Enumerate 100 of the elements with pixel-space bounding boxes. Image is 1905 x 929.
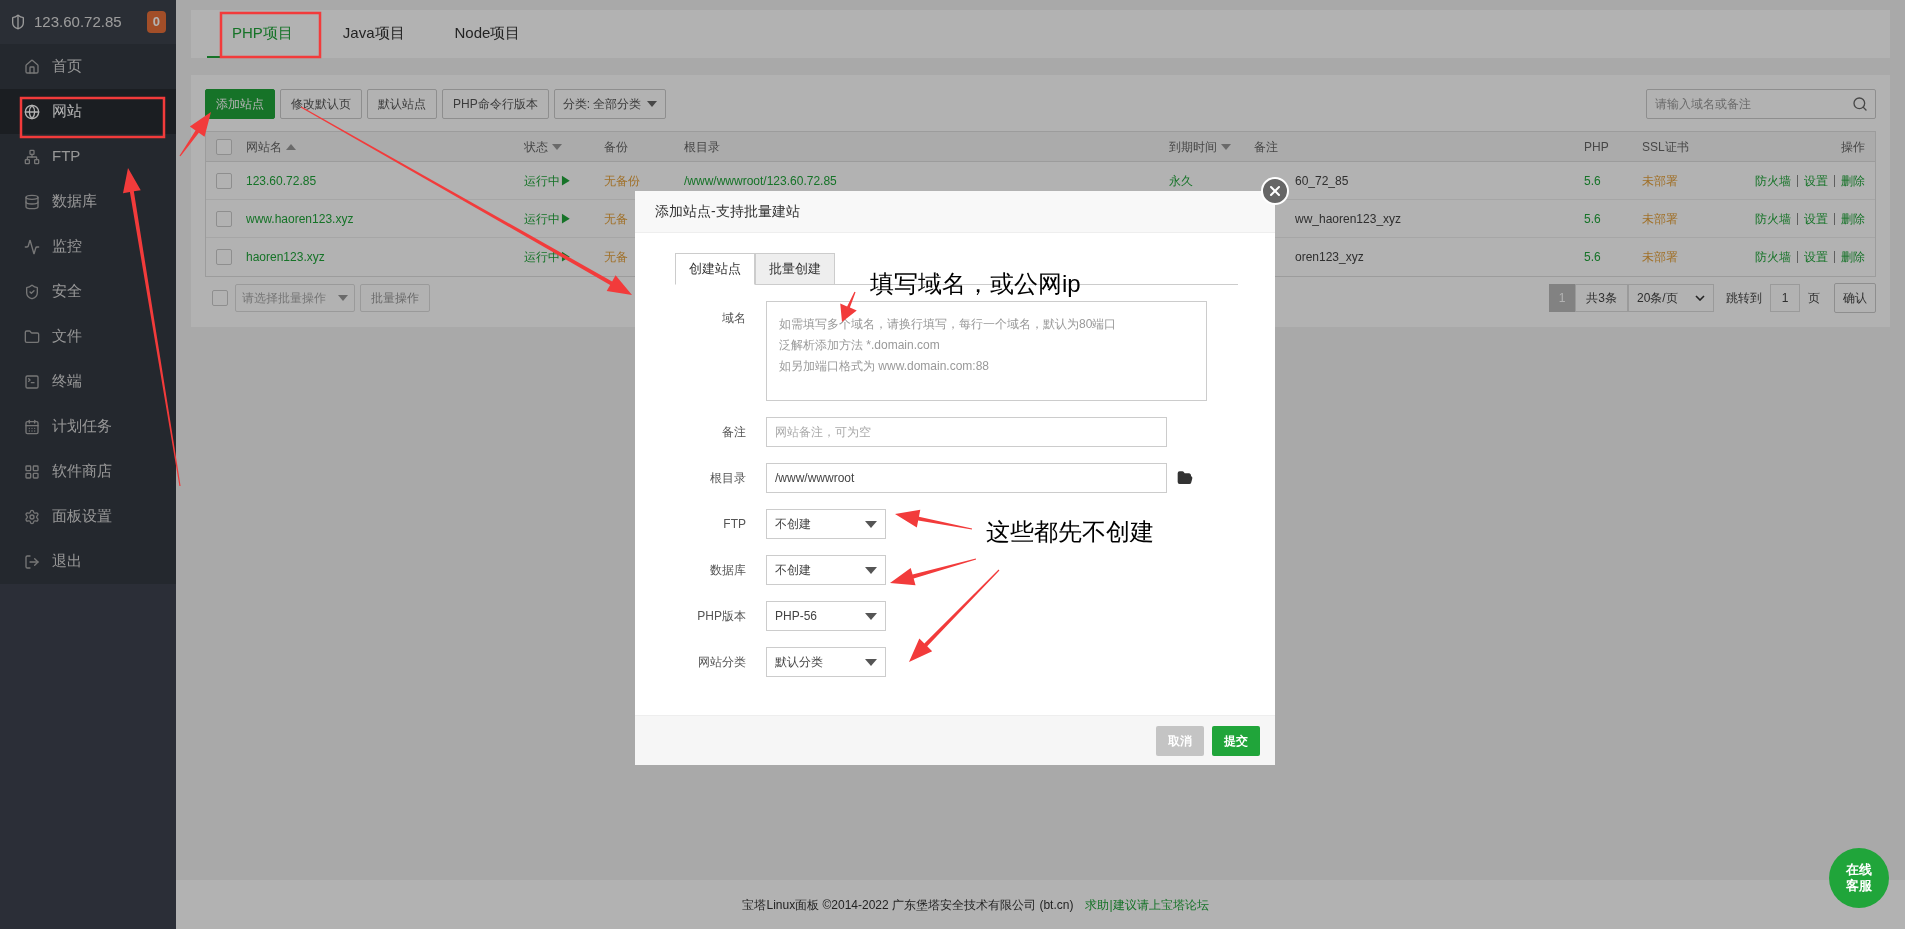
php-version-link[interactable]: 5.6 bbox=[1584, 250, 1601, 264]
action-link[interactable]: 删除 bbox=[1834, 251, 1865, 263]
field-label: 网站分类 bbox=[697, 654, 746, 671]
status-link[interactable]: 运行中▶ bbox=[524, 211, 572, 226]
chevron-down-icon bbox=[1695, 295, 1705, 301]
root-dir-link[interactable]: /www/wwwroot/123.60.72.85 bbox=[684, 173, 837, 188]
checkbox[interactable] bbox=[216, 138, 232, 155]
cancel-button[interactable]: 取消 bbox=[1156, 725, 1204, 756]
backup-link[interactable]: 无备 bbox=[604, 211, 628, 226]
site-name-link[interactable]: 123.60.72.85 bbox=[246, 173, 317, 188]
sidebar-item[interactable]: 网站 bbox=[0, 89, 176, 134]
column-header: 备份 bbox=[604, 138, 628, 156]
column-header: SSL证书 bbox=[1642, 138, 1689, 156]
column-header: 操作 bbox=[1841, 138, 1865, 156]
dialog-tab[interactable]: 创建站点 bbox=[675, 253, 755, 285]
caret-icon bbox=[865, 520, 877, 528]
remark-field[interactable]: 网站备注，可为空 bbox=[766, 417, 1167, 447]
bulk-action-button[interactable]: 批量操作 bbox=[360, 284, 430, 312]
action-link[interactable]: 删除 bbox=[1834, 212, 1865, 225]
checkbox[interactable] bbox=[216, 210, 232, 227]
dropdown[interactable]: PHP-56 bbox=[766, 601, 886, 631]
field-label: FTP bbox=[722, 516, 746, 533]
php-version-link[interactable]: 5.6 bbox=[1584, 173, 1601, 188]
action-link[interactable]: 设置 bbox=[1797, 174, 1834, 187]
site-name-link[interactable]: www.haoren123.xyz bbox=[246, 211, 354, 226]
action-link[interactable]: 防火墙 bbox=[1749, 212, 1797, 225]
home-icon bbox=[24, 58, 40, 75]
jump-page-field[interactable]: 1 bbox=[1770, 284, 1800, 312]
root-dir-field[interactable]: /www/wwwroot bbox=[766, 463, 1167, 493]
search-icon[interactable] bbox=[1852, 96, 1868, 112]
confirm-button[interactable]: 确认 bbox=[1834, 283, 1876, 313]
toolbar-button[interactable]: 添加站点 bbox=[205, 89, 275, 119]
submit-button[interactable]: 提交 bbox=[1212, 725, 1260, 756]
dialog-tab[interactable]: 批量创建 bbox=[755, 253, 835, 285]
action-link[interactable]: 防火墙 bbox=[1749, 251, 1797, 263]
calendar-icon bbox=[24, 418, 40, 435]
network-icon bbox=[24, 148, 40, 165]
sidebar-item[interactable]: 计划任务 bbox=[0, 404, 176, 449]
sidebar-item[interactable]: 面板设置 bbox=[0, 494, 176, 539]
sidebar-item[interactable]: 首页 bbox=[0, 44, 176, 89]
ssl-status-link[interactable]: 未部署 bbox=[1642, 211, 1678, 226]
ssl-status-link[interactable]: 未部署 bbox=[1642, 173, 1678, 188]
sidebar-item[interactable]: 软件商店 bbox=[0, 449, 176, 494]
checkbox[interactable] bbox=[216, 249, 232, 265]
page-size-select[interactable]: 20条/页 bbox=[1628, 284, 1714, 312]
php-version-link[interactable]: 5.6 bbox=[1584, 211, 1601, 226]
checkbox[interactable] bbox=[212, 290, 228, 306]
remark-text: oren123_xyz bbox=[1295, 250, 1364, 264]
site-name-link[interactable]: haoren123.xyz bbox=[246, 250, 325, 264]
forum-link[interactable]: 求助|建议请上宝塔论坛 bbox=[1085, 895, 1209, 914]
sidebar-item[interactable]: 文件 bbox=[0, 314, 176, 359]
annotation-text: 这些都先不创建 bbox=[986, 517, 1154, 547]
dialog-title: 添加站点-支持批量建站 bbox=[635, 191, 1275, 233]
caret-icon bbox=[865, 612, 877, 620]
column-header[interactable]: 状态 bbox=[524, 137, 548, 156]
caret-icon bbox=[647, 101, 658, 107]
placeholder-text: 如另加端口格式为 www.domain.com:88 bbox=[779, 358, 991, 375]
dropdown[interactable]: 不创建 bbox=[766, 509, 886, 539]
grid-icon bbox=[24, 463, 40, 480]
globe-icon bbox=[24, 103, 40, 120]
backup-link[interactable]: 无备 bbox=[604, 250, 628, 264]
ssl-status-link[interactable]: 未部署 bbox=[1642, 250, 1678, 264]
project-tab[interactable]: Node项目 bbox=[429, 10, 546, 58]
action-link[interactable]: 防火墙 bbox=[1749, 174, 1797, 187]
sidebar-item[interactable]: 监控 bbox=[0, 224, 176, 269]
notification-badge[interactable]: 0 bbox=[146, 11, 166, 33]
action-link[interactable]: 设置 bbox=[1797, 212, 1834, 225]
project-tab[interactable]: Java项目 bbox=[317, 10, 430, 58]
folder-icon[interactable] bbox=[1177, 470, 1193, 486]
checkbox[interactable] bbox=[216, 172, 232, 189]
toolbar-button[interactable]: 默认站点 bbox=[367, 89, 437, 119]
sidebar-item[interactable]: 安全 bbox=[0, 269, 176, 314]
column-header[interactable]: 到期时间 bbox=[1169, 137, 1217, 156]
toolbar-button[interactable]: PHP命令行版本 bbox=[442, 89, 549, 119]
field-label: 域名 bbox=[721, 310, 746, 327]
terminal-icon bbox=[24, 373, 40, 390]
remark-text: 60_72_85 bbox=[1295, 173, 1349, 188]
sidebar-item[interactable]: 退出 bbox=[0, 539, 176, 584]
action-link[interactable]: 删除 bbox=[1834, 174, 1865, 187]
page-unit-label: 页 bbox=[1808, 290, 1820, 307]
sidebar-item[interactable]: 终端 bbox=[0, 359, 176, 404]
column-header: PHP bbox=[1584, 138, 1609, 156]
category-select[interactable]: 分类: 全部分类 bbox=[553, 89, 667, 119]
backup-link[interactable]: 无备份 bbox=[604, 173, 640, 188]
search-field[interactable]: 请输入域名或备注 bbox=[1646, 89, 1876, 119]
domain-field[interactable]: 如需填写多个域名，请换行填写，每行一个域名，默认为80端口 泛解析添加方法 *.domain.com 如另加端口格式为 www.domain.com:88 bbox=[766, 301, 1207, 401]
caret-icon bbox=[865, 658, 877, 666]
sidebar-item[interactable]: FTP bbox=[0, 134, 176, 179]
field-label: 数据库 bbox=[709, 562, 746, 579]
field-label: PHP版本 bbox=[696, 608, 746, 625]
status-link[interactable]: 运行中▶ bbox=[524, 173, 572, 188]
dropdown[interactable]: 不创建 bbox=[766, 555, 886, 585]
sidebar-item[interactable]: 数据库 bbox=[0, 179, 176, 224]
column-header[interactable]: 网站名 bbox=[246, 137, 282, 156]
action-link[interactable]: 设置 bbox=[1797, 251, 1834, 263]
project-tab[interactable]: PHP项目 bbox=[207, 10, 318, 58]
toolbar-button[interactable]: 修改默认页 bbox=[280, 89, 362, 119]
column-header: 备注 bbox=[1254, 138, 1278, 156]
caret-icon bbox=[865, 566, 877, 574]
dropdown[interactable]: 默认分类 bbox=[766, 647, 886, 677]
